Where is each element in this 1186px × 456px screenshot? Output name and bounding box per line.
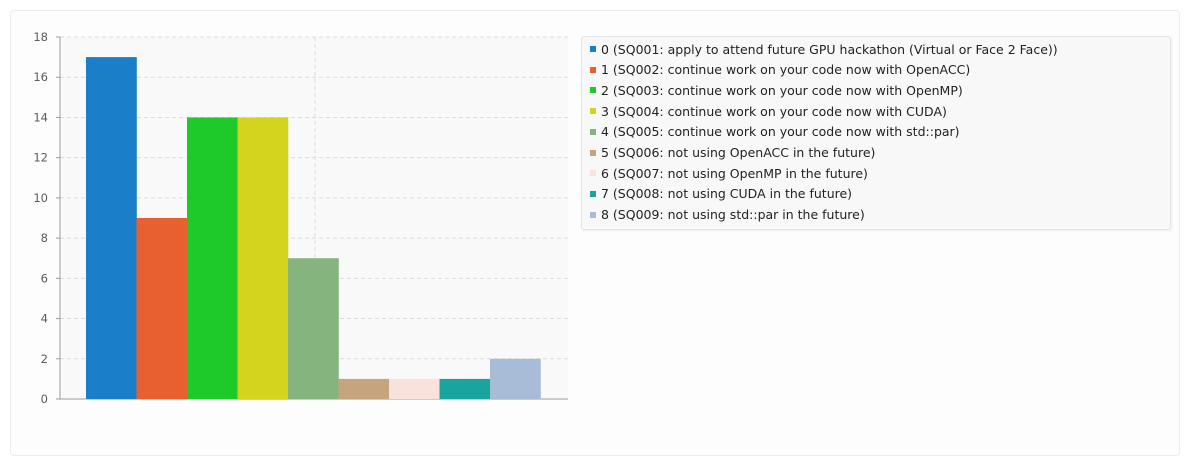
legend-swatch (590, 211, 596, 218)
legend-label: 6 (SQ007: not using OpenMP in the future… (601, 165, 868, 181)
bar-5 (338, 378, 390, 399)
legend-swatch (590, 108, 596, 115)
bar-2 (187, 117, 238, 399)
bar-3 (237, 117, 289, 399)
legend-item: 0 (SQ001: apply to attend future GPU hac… (590, 39, 1058, 59)
legend-label: 0 (SQ001: apply to attend future GPU hac… (601, 41, 1058, 57)
legend-swatch (590, 46, 596, 52)
legend-swatch (590, 149, 596, 156)
y-tick-label: 16 (33, 70, 48, 84)
legend-label: 5 (SQ006: not using OpenACC in the futur… (601, 145, 876, 160)
legend-label: 3 (SQ004: continue work on your code now… (601, 103, 947, 119)
bar-0 (86, 57, 137, 399)
legend-item: 8 (SQ009: not using std::par in the futu… (590, 205, 865, 225)
legend-item: 1 (SQ002: continue work on your code now… (590, 60, 970, 80)
legend-swatch (590, 170, 596, 177)
legend-swatch (590, 87, 596, 94)
y-tick-label: 10 (33, 191, 48, 205)
legend-label: 2 (SQ003: continue work on your code now… (601, 82, 963, 98)
legend-swatch (590, 66, 596, 73)
page: 0 2 4 6 8 10 12 14 16 18 0 (SQ001: apply to atten… (0, 0, 1186, 456)
legend-item: 5 (SQ006: not using OpenACC in the futur… (590, 143, 875, 163)
legend-label: 8 (SQ009: not using std::par in the futu… (601, 207, 865, 223)
bar-6 (389, 378, 440, 399)
chart-legend: 0 (SQ001: apply to attend future GPU hac… (581, 36, 1171, 230)
bar-8 (490, 358, 541, 399)
y-tick-label: 18 (33, 30, 48, 44)
legend-label: 1 (SQ002: continue work on your code now… (601, 62, 971, 78)
y-tick-label: 4 (41, 312, 48, 326)
bar-4 (288, 258, 339, 399)
legend-item: 2 (SQ003: continue work on your code now… (590, 80, 963, 100)
y-tick-label: 6 (41, 271, 48, 285)
y-tick-label: 12 (33, 151, 48, 165)
legend-item: 4 (SQ005: continue work on your code now… (590, 122, 960, 142)
bar-1 (136, 218, 188, 399)
legend-swatch (590, 190, 596, 197)
legend-item: 6 (SQ007: not using OpenMP in the future… (590, 163, 868, 183)
legend-item: 3 (SQ004: continue work on your code now… (590, 101, 947, 121)
legend-label: 4 (SQ005: continue work on your code now… (601, 124, 960, 140)
y-tick-label: 14 (33, 110, 48, 124)
legend-item: 7 (SQ008: not using CUDA in the future) (590, 184, 852, 204)
bar-7 (439, 378, 491, 399)
legend-label: 7 (SQ008: not using CUDA in the future) (601, 186, 853, 202)
y-tick-label: 0 (41, 392, 48, 406)
legend-swatch (590, 128, 596, 135)
y-tick-label: 2 (41, 352, 48, 366)
y-tick-label: 8 (41, 231, 48, 245)
